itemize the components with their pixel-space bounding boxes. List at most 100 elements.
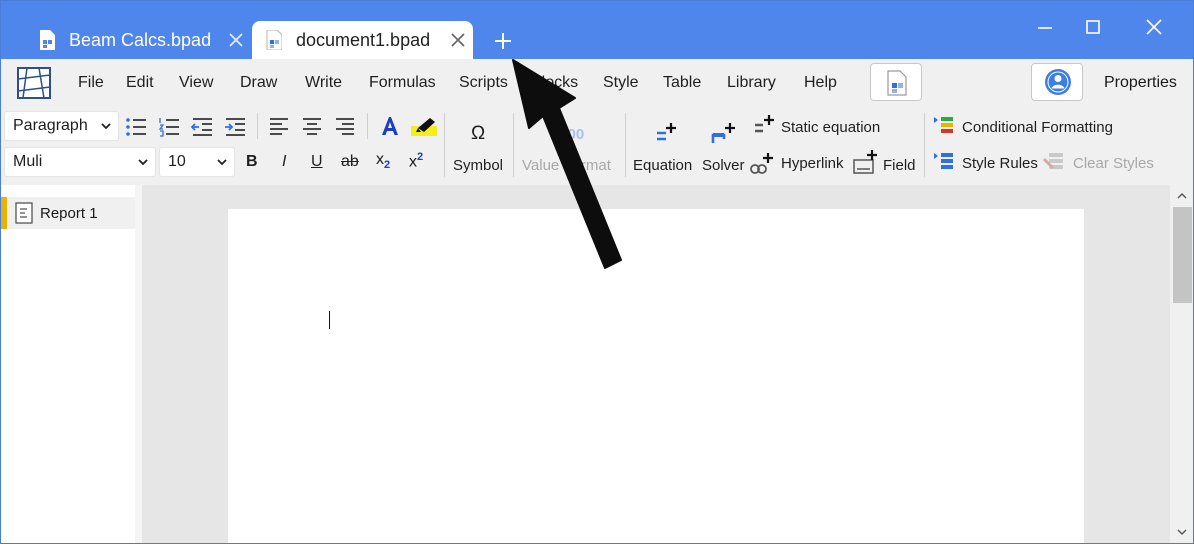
app-logo-icon[interactable] bbox=[17, 67, 51, 99]
tab-label: document1.bpad bbox=[296, 29, 431, 50]
font-size-value: 10 bbox=[168, 153, 186, 170]
conditional-formatting-button[interactable]: Conditional Formatting bbox=[931, 113, 1131, 141]
font-size-select[interactable]: 10 bbox=[159, 147, 235, 177]
tab-beam-calcs[interactable]: Beam Calcs.bpad bbox=[39, 21, 251, 59]
style-rules-button[interactable]: Style Rules bbox=[931, 149, 1043, 177]
menu-write[interactable]: Write bbox=[305, 74, 342, 92]
hyperlink-button[interactable]: Hyperlink bbox=[749, 147, 851, 179]
add-equation-icon bbox=[657, 123, 676, 141]
document-icon bbox=[40, 30, 55, 50]
superscript-2: 2 bbox=[417, 151, 424, 163]
report-page-icon bbox=[15, 202, 33, 224]
tab-document1[interactable]: document1.bpad bbox=[252, 21, 473, 59]
maximize-icon[interactable] bbox=[1081, 15, 1105, 39]
equation-label: Equation bbox=[633, 157, 693, 174]
callout-arrow-icon bbox=[512, 59, 622, 269]
menu-file[interactable]: File bbox=[78, 74, 104, 92]
font-color-icon[interactable] bbox=[378, 114, 402, 138]
highlight-color-icon[interactable] bbox=[410, 114, 438, 138]
tab-label: Beam Calcs.bpad bbox=[69, 29, 212, 50]
menu-formulas[interactable]: Formulas bbox=[369, 74, 436, 92]
subscript-2: 2 bbox=[384, 159, 391, 172]
account-button[interactable] bbox=[1031, 63, 1083, 101]
italic-button[interactable]: I bbox=[282, 153, 286, 171]
style-rules-label: Style Rules bbox=[962, 155, 1038, 172]
chevron-down-icon bbox=[217, 159, 227, 166]
menu-help[interactable]: Help bbox=[804, 74, 837, 92]
superscript-button[interactable]: x2 bbox=[409, 151, 423, 171]
hyperlink-label: Hyperlink bbox=[781, 155, 844, 172]
subscript-button[interactable]: x2 bbox=[376, 151, 390, 171]
sidebar-item-label: Report 1 bbox=[40, 205, 98, 222]
menu-table[interactable]: Table bbox=[663, 74, 701, 92]
align-center-icon[interactable] bbox=[300, 115, 324, 139]
vertical-scrollbar[interactable] bbox=[1170, 185, 1193, 543]
text-cursor bbox=[329, 311, 330, 329]
sidebar-item-report-1[interactable]: Report 1 bbox=[1, 197, 135, 229]
scroll-up-icon[interactable] bbox=[1176, 191, 1188, 201]
align-left-icon[interactable] bbox=[267, 115, 291, 139]
add-static-equation-icon bbox=[755, 115, 774, 133]
clear-styles-button[interactable]: Clear Styles bbox=[1043, 149, 1163, 177]
menu-library[interactable]: Library bbox=[727, 74, 776, 92]
font-family-select[interactable]: Muli bbox=[4, 147, 156, 177]
numbered-list-icon[interactable] bbox=[157, 115, 181, 139]
increase-indent-icon[interactable] bbox=[223, 115, 247, 139]
field-button[interactable]: Field bbox=[853, 147, 919, 179]
conditional-formatting-icon bbox=[934, 117, 953, 133]
subscript-x: x bbox=[376, 151, 384, 168]
symbol-label: Symbol bbox=[453, 157, 504, 174]
scroll-down-icon[interactable] bbox=[1176, 527, 1188, 537]
clear-styles-icon bbox=[1043, 153, 1063, 170]
menu-edit[interactable]: Edit bbox=[126, 74, 154, 92]
chevron-down-icon bbox=[138, 159, 148, 166]
menu-draw[interactable]: Draw bbox=[240, 74, 277, 92]
style-rules-icon bbox=[934, 153, 953, 169]
close-icon[interactable] bbox=[449, 31, 467, 49]
separator bbox=[924, 113, 925, 177]
align-right-icon[interactable] bbox=[333, 115, 357, 139]
app-window: Beam Calcs.bpad document1.bpad File Edit… bbox=[0, 0, 1194, 544]
equation-button[interactable]: Equation bbox=[631, 113, 697, 181]
document-icon bbox=[887, 70, 907, 96]
scrollbar-thumb[interactable] bbox=[1173, 207, 1192, 303]
add-hyperlink-icon bbox=[750, 153, 773, 174]
static-equation-button[interactable]: Static equation bbox=[753, 111, 903, 141]
close-icon[interactable] bbox=[227, 31, 245, 49]
window-close-icon[interactable] bbox=[1142, 15, 1166, 39]
separator bbox=[444, 113, 445, 177]
solver-button[interactable]: Solver bbox=[700, 113, 748, 181]
chevron-down-icon bbox=[101, 123, 111, 130]
separator bbox=[257, 113, 258, 139]
new-tab-plus-icon[interactable] bbox=[491, 29, 515, 53]
clear-styles-label: Clear Styles bbox=[1073, 155, 1154, 172]
report-sidebar: Report 1 bbox=[1, 185, 135, 543]
paragraph-style-value: Paragraph bbox=[13, 117, 88, 134]
document-canvas bbox=[142, 185, 1170, 543]
properties-button[interactable]: Properties bbox=[1104, 74, 1177, 92]
menu-view[interactable]: View bbox=[179, 74, 213, 92]
user-avatar-icon bbox=[1045, 69, 1071, 95]
add-solver-icon bbox=[711, 123, 735, 143]
title-bar: Beam Calcs.bpad document1.bpad bbox=[1, 1, 1193, 59]
minimize-icon[interactable] bbox=[1033, 15, 1057, 39]
solver-label: Solver bbox=[702, 157, 745, 174]
add-field-icon bbox=[853, 150, 877, 174]
static-equation-label: Static equation bbox=[781, 119, 881, 136]
underline-button[interactable]: U bbox=[311, 153, 323, 171]
strikethrough-button[interactable]: ab bbox=[341, 153, 359, 171]
font-family-value: Muli bbox=[13, 153, 43, 170]
decrease-indent-icon[interactable] bbox=[190, 115, 214, 139]
document-icon bbox=[266, 30, 282, 50]
superscript-x: x bbox=[409, 153, 417, 171]
document-page[interactable] bbox=[228, 209, 1084, 543]
conditional-formatting-label: Conditional Formatting bbox=[962, 119, 1113, 136]
panel-splitter[interactable] bbox=[135, 185, 142, 543]
symbol-button[interactable]: Ω Symbol bbox=[450, 113, 508, 181]
separator bbox=[367, 113, 368, 139]
paragraph-style-select[interactable]: Paragraph bbox=[4, 111, 119, 141]
bold-button[interactable]: B bbox=[246, 153, 258, 171]
document-view-button[interactable] bbox=[870, 63, 922, 101]
omega-icon: Ω bbox=[471, 123, 486, 144]
bulleted-list-icon[interactable] bbox=[124, 115, 148, 139]
